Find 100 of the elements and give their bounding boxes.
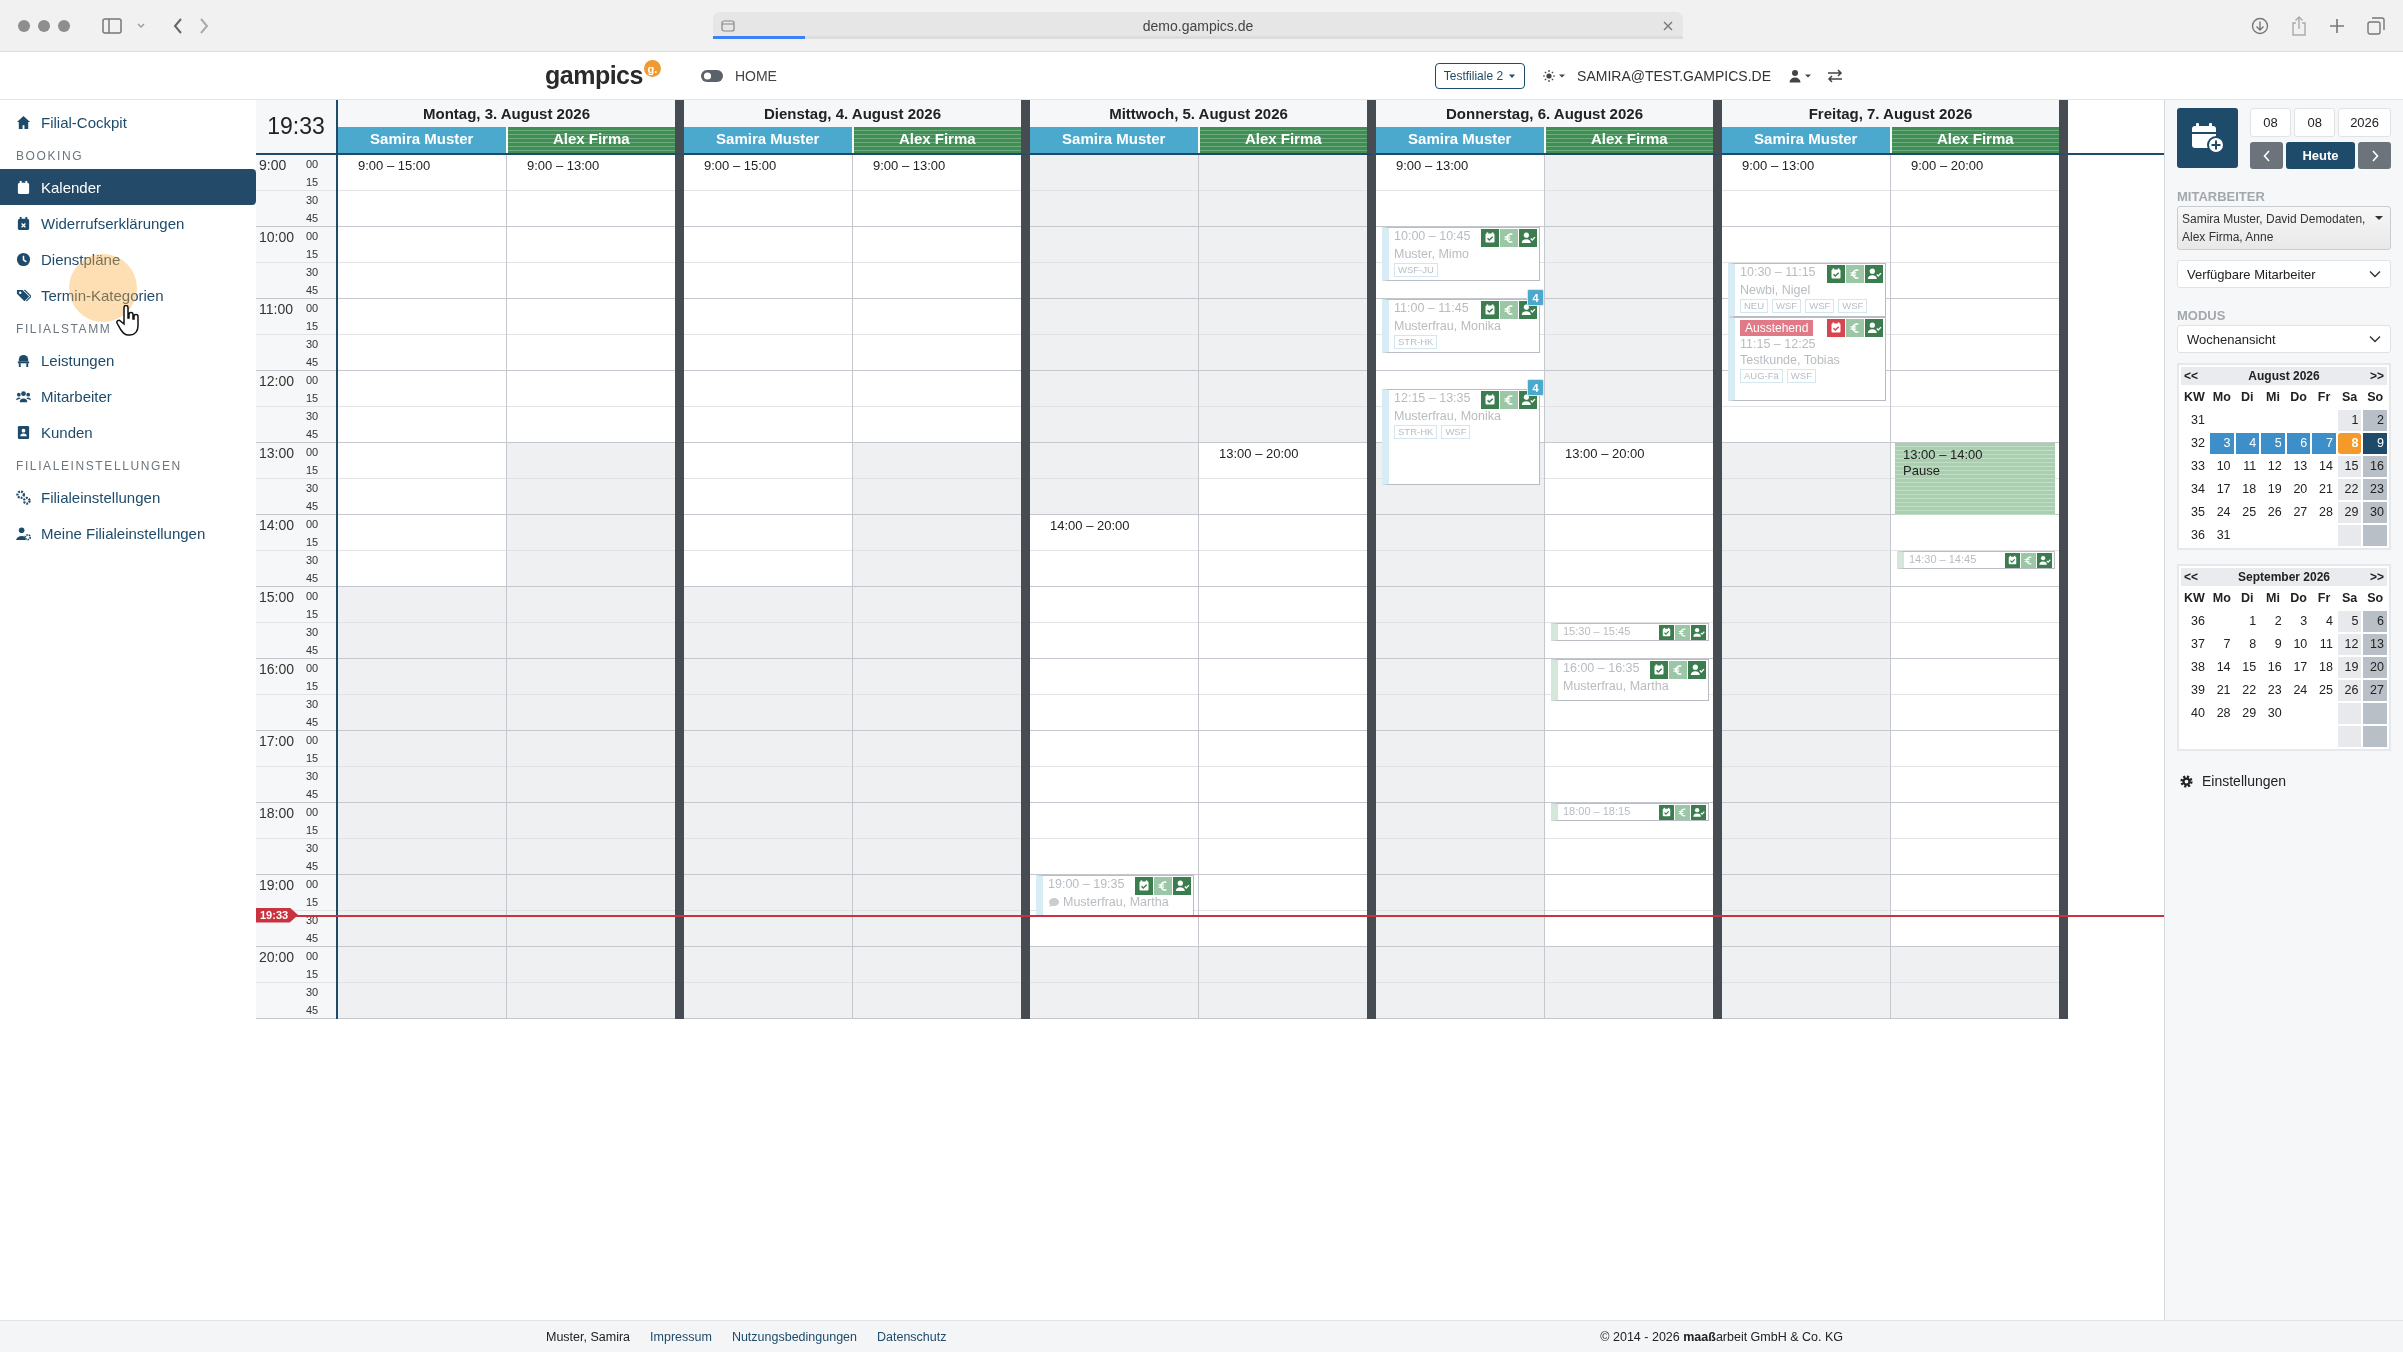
download-icon[interactable] [2251, 16, 2269, 35]
calendar-day[interactable]: 22 [2337, 479, 2362, 500]
calendar-day[interactable]: 30 [2363, 502, 2387, 523]
calendar-check-icon[interactable] [1481, 301, 1499, 319]
calendar-check-icon[interactable] [1481, 229, 1499, 247]
calendar-day[interactable]: 13 [2363, 634, 2387, 655]
sidebar-item[interactable]: Filialeinstellungen [0, 479, 256, 515]
calendar-day[interactable]: 1 [2337, 410, 2362, 431]
user-check-icon[interactable] [1865, 319, 1883, 337]
calendar-day[interactable]: 16 [2363, 456, 2387, 477]
staff-header[interactable]: Alex Firma [1891, 127, 2059, 153]
calendar-day[interactable]: 5 [2337, 611, 2362, 632]
footer-link[interactable]: Datenschutz [877, 1329, 947, 1344]
footer-link[interactable]: Impressum [650, 1329, 712, 1344]
user-check-icon[interactable] [1691, 805, 1706, 820]
break-block[interactable]: 13:00 – 14:00 Pause [1895, 443, 2055, 515]
sidebar-item[interactable]: Widerrufserklärungen [0, 205, 256, 241]
settings-icon[interactable] [2179, 773, 2194, 789]
window-close-button[interactable] [18, 19, 30, 32]
calendar-day[interactable]: 7 [2312, 433, 2336, 454]
sidebar-item[interactable]: Kunden [0, 414, 256, 450]
calendar-day[interactable]: 12 [2337, 634, 2362, 655]
toggle-switch[interactable] [700, 69, 723, 82]
calendar-day[interactable]: 6 [2363, 611, 2387, 632]
today-button[interactable]: Heute [2286, 142, 2355, 169]
user-icon[interactable] [1789, 68, 1813, 83]
sidebar-item[interactable]: Dienstpläne [0, 241, 256, 277]
calendar-day[interactable]: 6 [2286, 433, 2311, 454]
calendar-lane[interactable]: 9:00 – 13:00 [853, 155, 1021, 1019]
branch-dropdown[interactable]: Testfiliale 2 [1434, 62, 1526, 89]
calendar-lane[interactable]: 9:00 – 13:00 10:00 – 10:45 Muster, Mimo WSF-JU 11:00 – 11:45 Musterfrau, Monika STR-HK 4 12:15 – 13:35 Musterfrau, Monika STR-HK WSF 4 [1376, 155, 1545, 1019]
window-zoom-button[interactable] [58, 19, 70, 32]
window-minimize-button[interactable] [38, 19, 50, 32]
date-field[interactable]: 2026 [2338, 108, 2391, 137]
availability-select[interactable]: Verfügbare Mitarbeiter [2177, 260, 2391, 288]
calendar-lane[interactable]: 9:00 – 13:00 10:30 – 11:15 Newbi, Nigel NEU WSF WSF WSF Ausstehend 11:15 – 12:25 Testkunde, Tobias AUG-Fä WSF [1722, 155, 1891, 1019]
date-field[interactable]: 08 [2250, 108, 2292, 137]
calendar-day[interactable]: 3 [2210, 433, 2234, 454]
user-check-icon[interactable] [1691, 625, 1706, 640]
sidebar-toggle-icon[interactable] [102, 17, 122, 34]
calendar-day[interactable]: 15 [2337, 456, 2362, 477]
calendar-check-icon[interactable] [1135, 877, 1153, 895]
footer-link[interactable]: Nutzungsbedingungen [731, 1329, 857, 1344]
user-email[interactable]: SAMIRA@TEST.GAMPICS.DE [1577, 67, 1771, 84]
user-check-icon[interactable] [1865, 265, 1883, 283]
calendar-day[interactable]: 29 [2337, 502, 2362, 523]
logo-text[interactable]: gampics [545, 61, 643, 90]
settings-link[interactable]: Einstellungen [2202, 773, 2287, 789]
sidebar-item[interactable]: Meine Filialeinstellungen [0, 515, 256, 551]
calendar-lane[interactable]: 14:00 – 20:00 19:00 – 19:35 Musterfrau, Martha [1030, 155, 1199, 1019]
calendar-lane[interactable]: 9:00 – 15:00 [684, 155, 853, 1019]
calendar-day[interactable]: 2 [2363, 410, 2387, 431]
calendar-day[interactable]: 5 [2261, 433, 2285, 454]
staff-select[interactable]: Samira Muster, David Demodaten, Alex Firma, Anne [2177, 206, 2391, 250]
staff-header[interactable]: Alex Firma [1199, 127, 1367, 153]
home-label[interactable]: HOME [734, 67, 777, 84]
sidebar-item[interactable]: Kalender [0, 169, 256, 205]
calendar-lane[interactable]: 13:00 – 20:00 15:30 – 15:45 16:00 – 16:35 Musterfrau, Martha 18:00 – 18:15 [1545, 155, 1713, 1019]
staff-header[interactable]: Alex Firma [1545, 127, 1713, 153]
calendar-lane[interactable]: 13:00 – 20:00 [1199, 155, 1367, 1019]
calendar-day[interactable]: 19 [2337, 657, 2362, 678]
sidebar-item[interactable]: Leistungen [0, 342, 256, 378]
add-appointment-button[interactable] [2177, 108, 2238, 168]
chevron-down-icon[interactable] [136, 21, 146, 30]
next-month-link[interactable]: >> [2370, 570, 2384, 584]
calendar-day[interactable]: 4 [2235, 433, 2260, 454]
swap-icon[interactable] [1827, 68, 1843, 83]
mode-select[interactable]: Wochenansicht [2177, 325, 2391, 353]
user-check-icon[interactable] [2037, 553, 2052, 568]
staff-header[interactable]: Alex Firma [853, 127, 1021, 153]
calendar-check-icon[interactable] [1659, 805, 1674, 820]
calendar-check-icon[interactable] [1650, 661, 1668, 679]
calendar-check-icon[interactable] [2005, 553, 2020, 568]
calendar-day[interactable]: 23 [2363, 479, 2387, 500]
calendar-check-icon[interactable] [1481, 391, 1499, 409]
next-month-link[interactable]: >> [2369, 369, 2384, 383]
calendar-day[interactable]: 9 [2363, 433, 2387, 454]
calendar-lane[interactable]: 9:00 – 13:00 [507, 155, 675, 1019]
calendar-lane[interactable]: 9:00 – 15:00 [338, 155, 507, 1019]
user-check-icon[interactable] [1688, 661, 1706, 679]
tabs-icon[interactable] [2367, 16, 2385, 35]
previous-month-link[interactable]: << [2184, 369, 2198, 383]
close-icon[interactable] [1663, 21, 1673, 31]
calendar-day[interactable]: 20 [2363, 657, 2387, 678]
new-tab-icon[interactable] [2329, 17, 2345, 34]
calendar-day[interactable]: 26 [2337, 680, 2362, 701]
previous-button[interactable] [2250, 142, 2283, 169]
calendar-check-icon[interactable] [1827, 265, 1845, 283]
calendar-check-icon[interactable] [1659, 625, 1674, 640]
date-field[interactable]: 08 [2294, 108, 2336, 137]
back-icon[interactable] [172, 16, 184, 35]
sidebar-item[interactable]: Mitarbeiter [0, 378, 256, 414]
sidebar-item[interactable]: Termin-Kategorien [0, 277, 256, 313]
calendar-day[interactable]: 27 [2363, 680, 2387, 701]
calendar-lane[interactable]: 9:00 – 20:00 13:00 – 14:00 Pause 14:30 – 14:45 [1891, 155, 2059, 1019]
address-bar[interactable]: demo.gampics.de [713, 12, 1683, 39]
calendar-check-icon[interactable] [1827, 319, 1845, 337]
sidebar-item[interactable]: Filial-Cockpit [0, 104, 256, 140]
next-button[interactable] [2358, 142, 2391, 169]
user-check-icon[interactable] [1519, 229, 1537, 247]
